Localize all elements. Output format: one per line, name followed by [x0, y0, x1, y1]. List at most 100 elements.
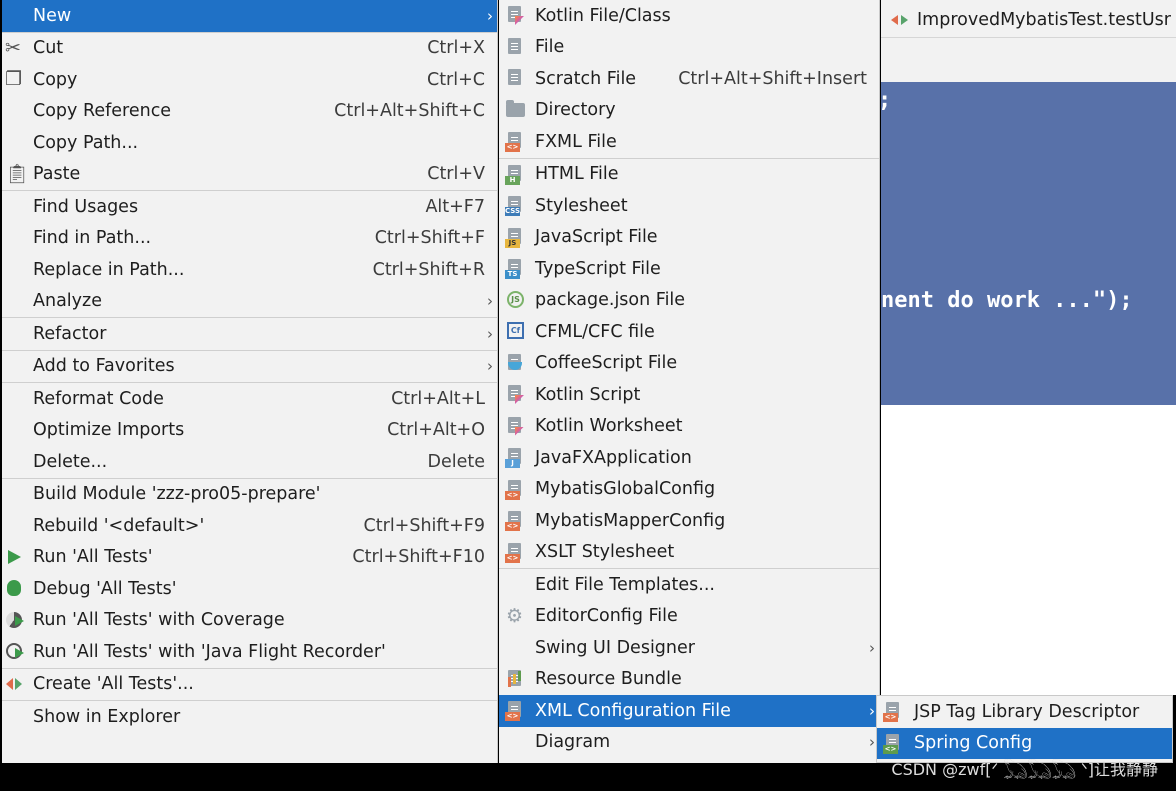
menu-item-package-json[interactable]: JS package.json File	[499, 285, 879, 317]
menu-item-jsp-tag-library-descriptor[interactable]: <> JSP Tag Library Descriptor	[877, 696, 1172, 728]
menu-item-typescript-file[interactable]: TS TypeScript File	[499, 253, 879, 285]
menu-item-add-to-favorites[interactable]: Add to Favorites ›	[2, 351, 497, 383]
menu-item-reformat-code[interactable]: Reformat Code Ctrl+Alt+L	[2, 383, 497, 415]
menu-item-refactor[interactable]: Refactor ›	[2, 318, 497, 350]
menu-item-shortcut: Ctrl+Shift+R	[372, 259, 485, 280]
menu-item-label: Debug 'All Tests'	[33, 578, 177, 599]
menu-item-kotlin-worksheet[interactable]: Kotlin Worksheet	[499, 411, 879, 443]
xml-file-icon: <>	[505, 700, 525, 721]
menu-item-shortcut: Ctrl+Shift+F10	[352, 547, 485, 568]
menu-item-shortcut: Ctrl+Alt+L	[391, 388, 485, 409]
menu-item-label: Refactor	[33, 323, 107, 344]
menu-item-create-all-tests[interactable]: Create 'All Tests'...	[2, 669, 497, 701]
menu-item-fxml-file[interactable]: <> FXML File	[499, 126, 879, 158]
editor-empty-area	[881, 405, 1176, 695]
menu-item-edit-file-templates[interactable]: Edit File Templates...	[499, 569, 879, 601]
menu-item-run-with-coverage[interactable]: Run 'All Tests' with Coverage	[2, 605, 497, 637]
menu-item-label: File	[535, 37, 565, 58]
menu-item-run-with-jfr[interactable]: Run 'All Tests' with 'Java Flight Record…	[2, 636, 497, 668]
menu-item-label: Diagram	[535, 732, 611, 753]
editor-tab-bar: ImprovedMybatisTest.testUsr	[881, 0, 1176, 38]
menu-item-editorconfig-file[interactable]: ⚙ EditorConfig File	[499, 601, 879, 633]
menu-item-scratch-file[interactable]: Scratch File Ctrl+Alt+Shift+Insert	[499, 63, 879, 95]
copy-icon: ❐	[5, 68, 23, 90]
menu-item-new[interactable]: New ›	[2, 0, 497, 32]
menu-item-label: CFML/CFC file	[535, 321, 655, 342]
menu-item-mybatis-mapper-config[interactable]: <> MybatisMapperConfig	[499, 505, 879, 537]
menu-item-delete[interactable]: Delete... Delete	[2, 446, 497, 478]
menu-item-coffeescript-file[interactable]: CoffeeScript File	[499, 348, 879, 380]
menu-item-label: Stylesheet	[535, 195, 628, 216]
editor-breadcrumb-strip	[881, 38, 1176, 82]
test-class-icon	[889, 11, 911, 29]
xml-file-icon: <>	[505, 479, 525, 500]
menu-item-replace-in-path[interactable]: Replace in Path... Ctrl+Shift+R	[2, 254, 497, 286]
xslt-file-icon: <>	[505, 542, 525, 563]
menu-item-directory[interactable]: Directory	[499, 95, 879, 127]
nodejs-icon: JS	[505, 290, 525, 311]
menu-item-shortcut: Ctrl+V	[427, 164, 485, 185]
editor-code-area[interactable]: ; nent do work ...");	[881, 82, 1176, 405]
menu-item-paste[interactable]: 📋︎ Paste Ctrl+V	[2, 159, 497, 191]
scratch-file-icon	[505, 68, 525, 89]
menu-item-label: Cut	[33, 38, 64, 59]
menu-item-build-module[interactable]: Build Module 'zzz-pro05-prepare'	[2, 479, 497, 511]
menu-item-cut[interactable]: ✂ Cut Ctrl+X	[2, 33, 497, 65]
menu-item-swing-ui-designer[interactable]: Swing UI Designer ›	[499, 632, 879, 664]
menu-item-javascript-file[interactable]: JS JavaScript File	[499, 222, 879, 254]
typescript-file-icon: TS	[505, 258, 525, 279]
menu-item-mybatis-global-config[interactable]: <> MybatisGlobalConfig	[499, 474, 879, 506]
menu-item-label: New	[33, 5, 72, 26]
menu-item-copy[interactable]: ❐ Copy Ctrl+C	[2, 64, 497, 96]
xml-file-icon: <>	[505, 510, 525, 531]
debug-bug-icon	[5, 578, 25, 599]
menu-item-label: package.json File	[535, 290, 686, 311]
menu-item-javafx-application[interactable]: J JavaFXApplication	[499, 442, 879, 474]
menu-item-find-usages[interactable]: Find Usages Alt+F7	[2, 191, 497, 223]
menu-item-shortcut: Ctrl+Alt+Shift+Insert	[678, 68, 867, 89]
menu-item-label: Edit File Templates...	[535, 574, 715, 595]
menu-item-label: Scratch File	[535, 68, 637, 89]
menu-item-run-all-tests[interactable]: Run 'All Tests' Ctrl+Shift+F10	[2, 542, 497, 574]
menu-item-diagram[interactable]: Diagram ›	[499, 727, 879, 759]
menu-item-stylesheet[interactable]: CSS Stylesheet	[499, 190, 879, 222]
code-line: nent do work ...");	[881, 288, 1133, 313]
menu-item-shortcut: Delete	[427, 451, 486, 472]
menu-item-label: XSLT Stylesheet	[535, 542, 675, 563]
menu-item-resource-bundle[interactable]: Resource Bundle	[499, 664, 879, 696]
menu-item-kotlin-script[interactable]: Kotlin Script	[499, 379, 879, 411]
menu-item-label: FXML File	[535, 131, 617, 152]
menu-item-xslt-stylesheet[interactable]: <> XSLT Stylesheet	[499, 537, 879, 569]
menu-item-find-in-path[interactable]: Find in Path... Ctrl+Shift+F	[2, 223, 497, 255]
cfml-file-icon: Cf	[505, 321, 525, 342]
menu-item-cfml-file[interactable]: Cf CFML/CFC file	[499, 316, 879, 348]
coffeescript-icon	[505, 353, 525, 374]
clipboard-icon: 📋︎	[5, 162, 30, 185]
menu-item-label: JavaFXApplication	[535, 447, 692, 468]
menu-item-html-file[interactable]: H HTML File	[499, 159, 879, 191]
menu-item-copy-path[interactable]: Copy Path...	[2, 127, 497, 159]
resource-bundle-icon	[505, 669, 525, 690]
scissors-icon: ✂	[5, 36, 21, 59]
menu-item-file[interactable]: File	[499, 32, 879, 64]
menu-item-label: Copy	[33, 69, 78, 90]
menu-item-shortcut: Ctrl+Shift+F9	[363, 515, 485, 536]
menu-item-xml-configuration-file[interactable]: <> XML Configuration File ›	[499, 695, 879, 727]
html-file-icon: H	[505, 164, 525, 185]
submenu-arrow-icon: ›	[869, 733, 875, 752]
editor-tab-label: ImprovedMybatisTest.testUsr	[917, 10, 1171, 30]
menu-item-show-in-explorer[interactable]: Show in Explorer	[2, 701, 497, 733]
project-context-menu: New › ✂ Cut Ctrl+X ❐ Copy Ctrl+C Copy Re…	[2, 0, 498, 763]
javascript-file-icon: JS	[505, 227, 525, 248]
menu-item-label: Analyze	[33, 291, 102, 312]
menu-item-rebuild[interactable]: Rebuild '<default>' Ctrl+Shift+F9	[2, 510, 497, 542]
menu-item-label: Build Module 'zzz-pro05-prepare'	[33, 484, 321, 505]
editor-tab-improved-mybatis-test[interactable]: ImprovedMybatisTest.testUsr	[889, 6, 1171, 34]
menu-item-debug-all-tests[interactable]: Debug 'All Tests'	[2, 573, 497, 605]
code-fragment: ;	[881, 88, 891, 113]
menu-item-kotlin-file-class[interactable]: Kotlin File/Class	[499, 0, 879, 32]
menu-item-copy-reference[interactable]: Copy Reference Ctrl+Alt+Shift+C	[2, 96, 497, 128]
menu-item-optimize-imports[interactable]: Optimize Imports Ctrl+Alt+O	[2, 415, 497, 447]
menu-item-analyze[interactable]: Analyze ›	[2, 286, 497, 318]
menu-item-shortcut: Ctrl+X	[427, 38, 485, 59]
